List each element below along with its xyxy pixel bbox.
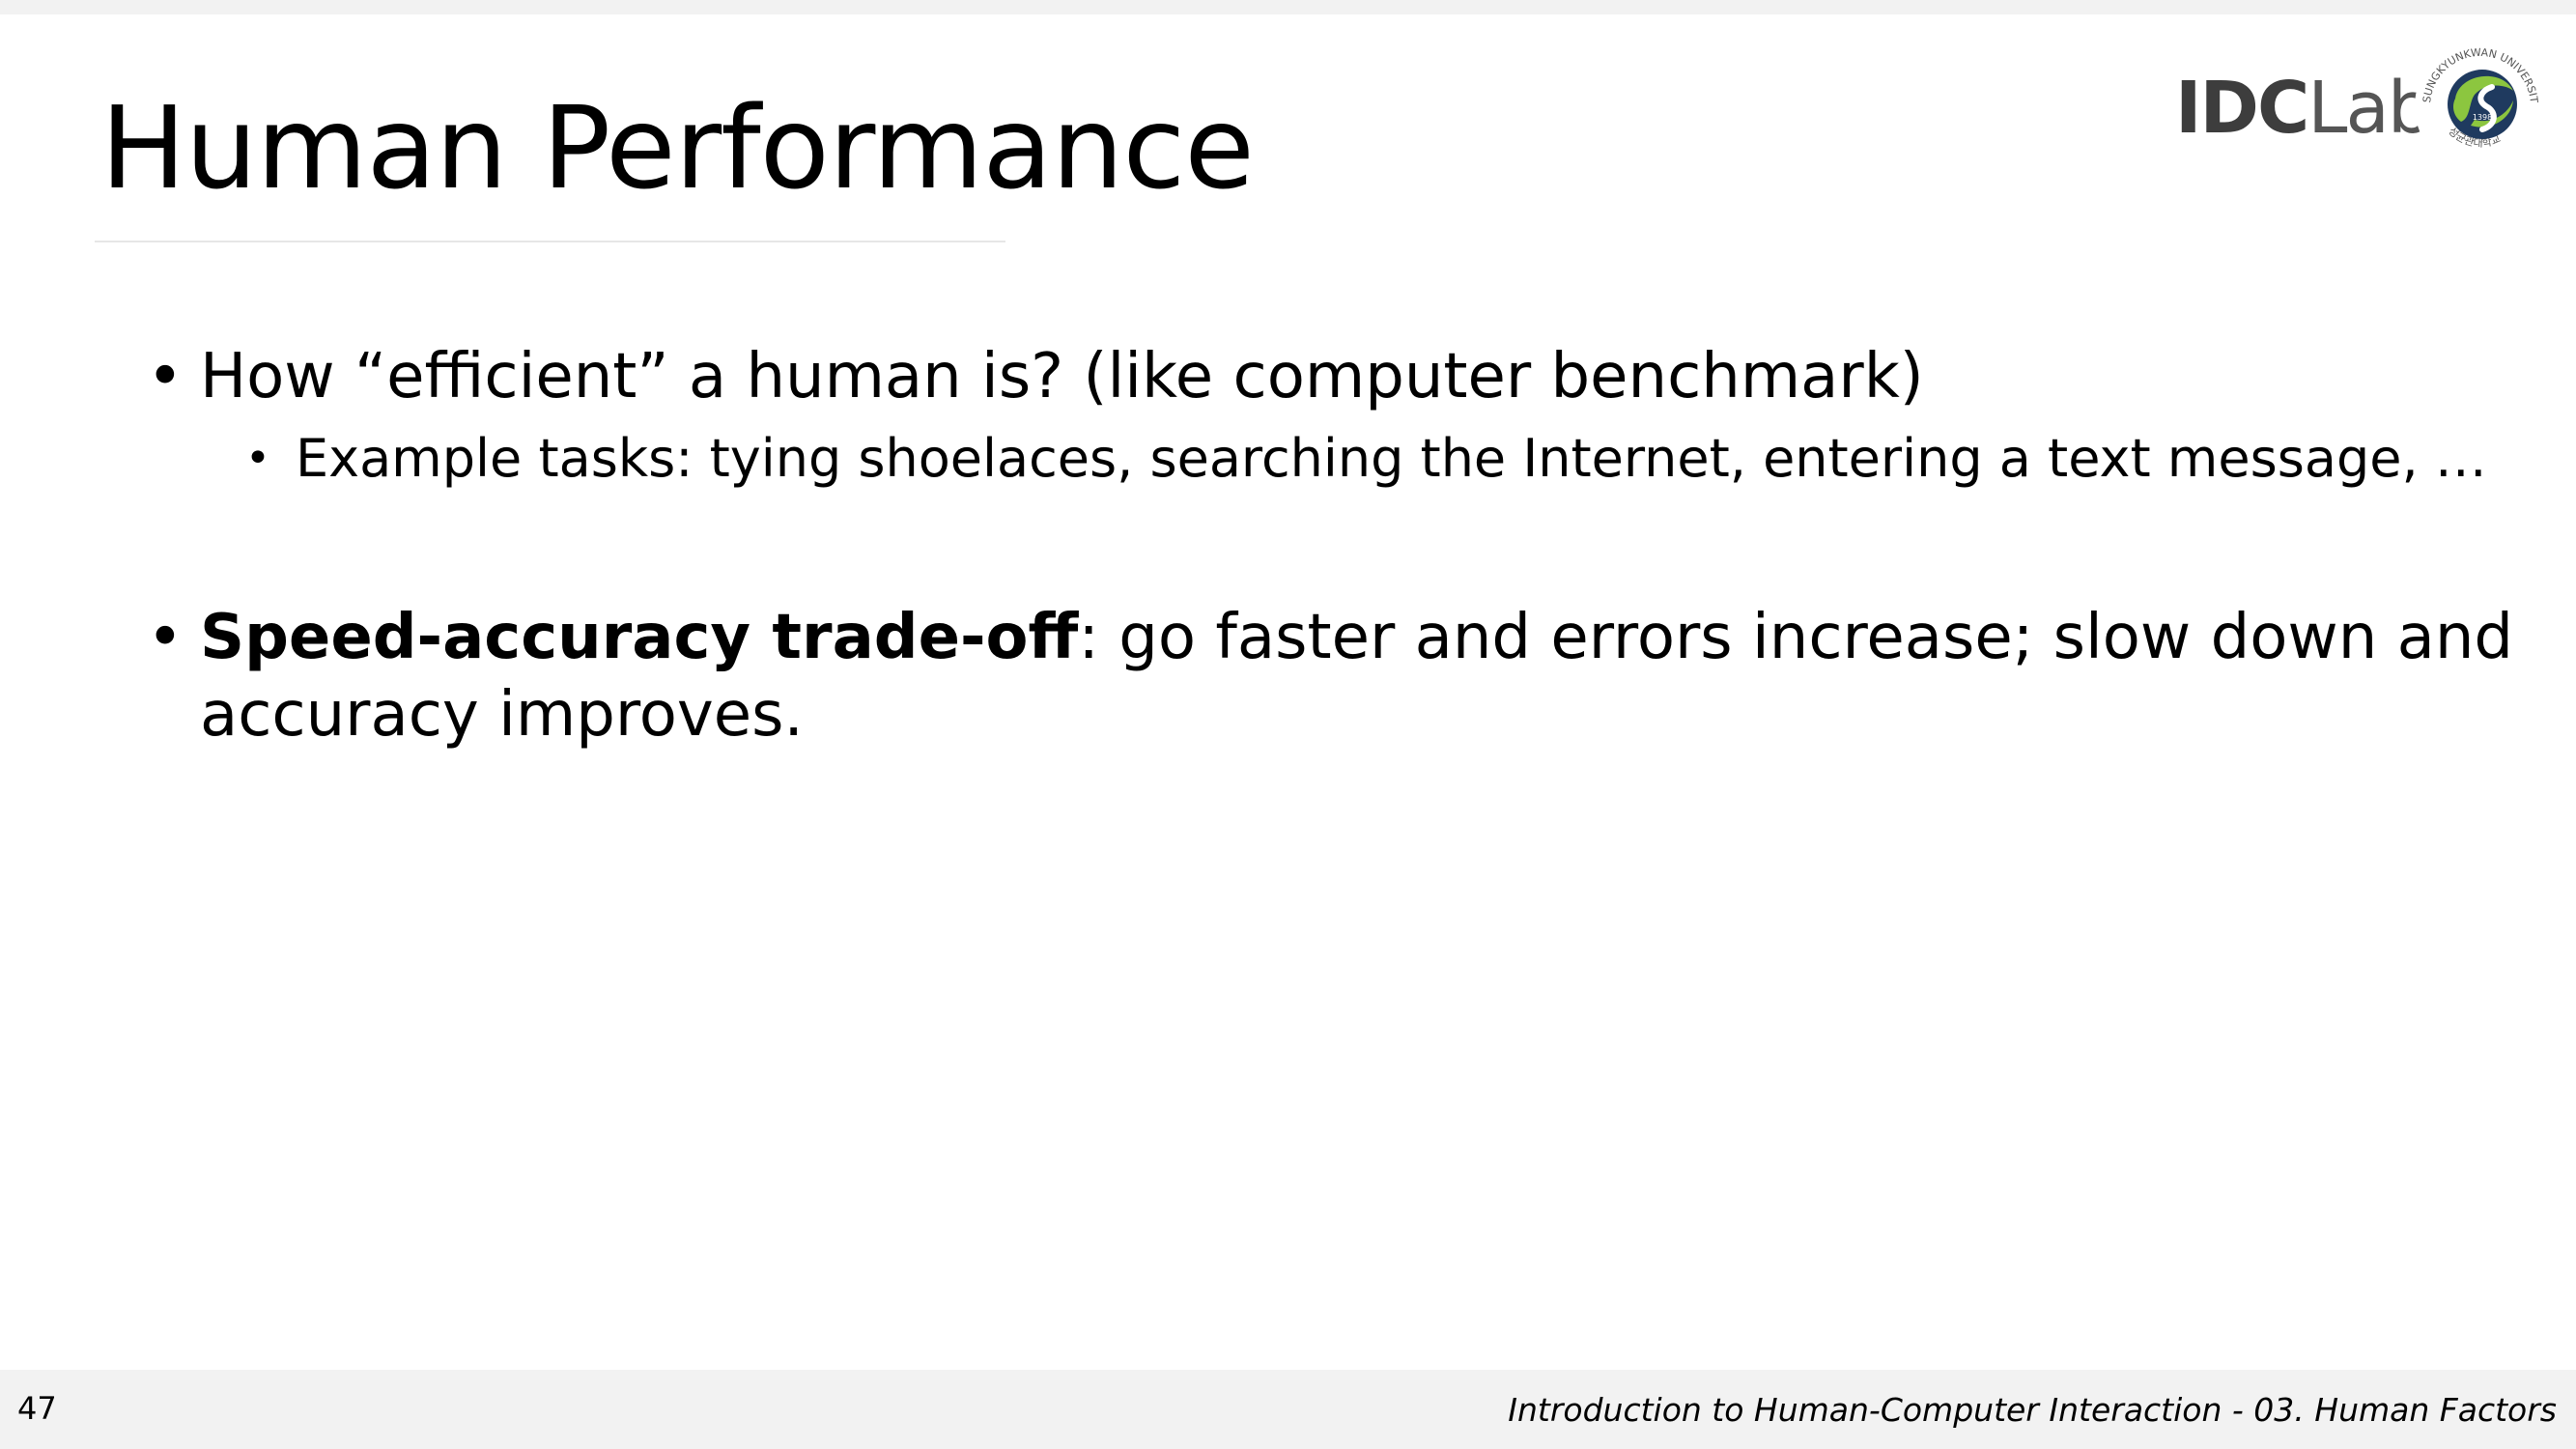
bullet-term: Speed-accuracy trade-off — [200, 602, 1079, 673]
sub-bullet-marker: • — [245, 434, 270, 483]
slide-footer: 47 Introduction to Human-Computer Intera… — [0, 1370, 2576, 1449]
top-strip — [0, 0, 2576, 14]
bullet-text: How “efficient” a human is? (like comput… — [200, 341, 1924, 412]
sub-bullet-text: Example tasks: tying shoelaces, searchin… — [296, 428, 2487, 489]
bullet-marker: • — [147, 341, 184, 412]
seal-year: 1398 — [2473, 113, 2492, 122]
page-number: 47 — [17, 1390, 57, 1427]
bullet-text: Speed-accuracy trade-off: go faster and … — [200, 599, 2566, 753]
title-underline — [95, 241, 1005, 242]
bullet-marker: • — [147, 602, 184, 673]
university-seal-icon: SUNGKYUNKWAN UNIVERSITY 성균관대학교 1398 — [2413, 39, 2546, 172]
idclab-logo: IDCLab — [2175, 60, 2433, 156]
course-title: Introduction to Human-Computer Interacti… — [1508, 1391, 2557, 1429]
logo-idc: IDC — [2175, 67, 2309, 150]
slide-title: Human Performance — [100, 81, 1255, 214]
